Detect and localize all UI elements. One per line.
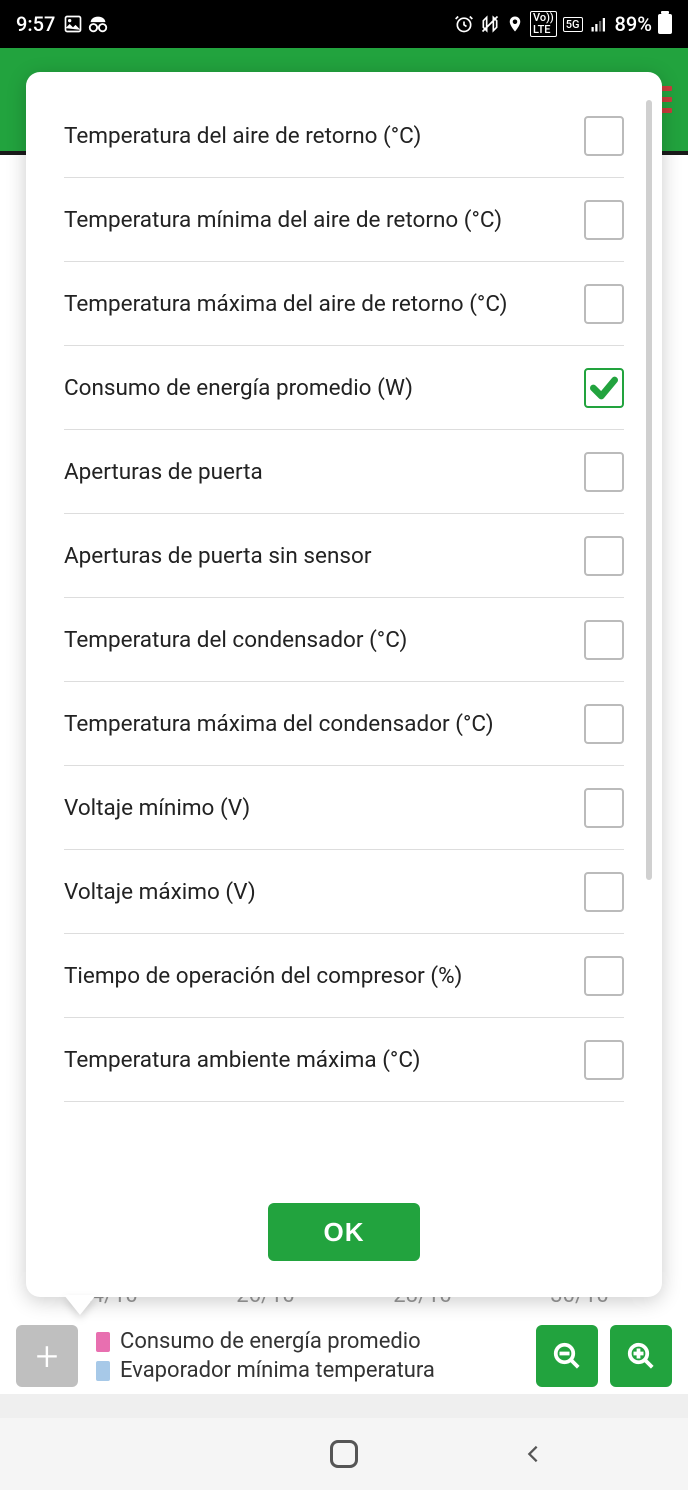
chevron-left-icon bbox=[522, 1443, 544, 1465]
option-checkbox[interactable] bbox=[584, 956, 624, 996]
volte-icon: Vo))LTE bbox=[530, 11, 557, 37]
add-series-button[interactable]: + bbox=[16, 1325, 78, 1387]
nav-back-button[interactable] bbox=[513, 1434, 553, 1474]
option-row[interactable]: Voltaje máximo (V) bbox=[64, 850, 624, 934]
option-checkbox[interactable] bbox=[584, 788, 624, 828]
option-checkbox[interactable] bbox=[584, 704, 624, 744]
zoom-in-button[interactable] bbox=[610, 1325, 672, 1387]
chart-controls: + Consumo de energía promedio Evaporador… bbox=[0, 1318, 688, 1394]
option-label: Voltaje máximo (V) bbox=[64, 879, 584, 905]
option-row[interactable]: Aperturas de puerta sin sensor bbox=[64, 514, 624, 598]
nav-recents-button[interactable] bbox=[135, 1434, 175, 1474]
options-list[interactable]: Temperatura del aire de retorno (°C) Temp… bbox=[26, 72, 662, 1173]
legend: Consumo de energía promedio Evaporador m… bbox=[90, 1329, 524, 1383]
option-label: Aperturas de puerta bbox=[64, 459, 584, 485]
option-checkbox[interactable] bbox=[584, 284, 624, 324]
option-row[interactable]: Consumo de energía promedio (W) bbox=[64, 346, 624, 430]
option-row[interactable]: Temperatura del aire de retorno (°C) bbox=[64, 94, 624, 178]
checkmark-icon bbox=[588, 372, 620, 404]
zoom-out-icon bbox=[552, 1341, 582, 1371]
legend-swatch bbox=[96, 1332, 110, 1352]
network-5g-icon: 5G bbox=[563, 17, 583, 32]
option-label: Voltaje mínimo (V) bbox=[64, 795, 584, 821]
option-checkbox[interactable] bbox=[584, 872, 624, 912]
ok-button[interactable]: OK bbox=[268, 1203, 420, 1261]
incognito-icon bbox=[87, 14, 109, 34]
option-label: Temperatura del condensador (°C) bbox=[64, 627, 584, 653]
signal-icon bbox=[589, 15, 609, 33]
legend-label: Evaporador mínima temperatura bbox=[120, 1358, 435, 1383]
vibrate-icon bbox=[480, 14, 500, 34]
option-row[interactable]: Temperatura mínima del aire de retorno (… bbox=[64, 178, 624, 262]
legend-item: Consumo de energía promedio bbox=[96, 1329, 524, 1354]
option-label: Tiempo de operación del compresor (%) bbox=[64, 963, 584, 989]
status-notification-icons bbox=[63, 14, 109, 34]
dialog-footer: OK bbox=[26, 1173, 662, 1297]
option-row[interactable]: Tiempo de operación del compresor (%) bbox=[64, 934, 624, 1018]
option-checkbox[interactable] bbox=[584, 368, 624, 408]
status-time: 9:57 bbox=[16, 12, 55, 36]
option-label: Consumo de energía promedio (W) bbox=[64, 375, 584, 401]
option-label: Aperturas de puerta sin sensor bbox=[64, 543, 584, 569]
scrollbar[interactable] bbox=[646, 100, 652, 880]
option-checkbox[interactable] bbox=[584, 536, 624, 576]
legend-label: Consumo de energía promedio bbox=[120, 1329, 421, 1354]
zoom-out-button[interactable] bbox=[536, 1325, 598, 1387]
option-label: Temperatura ambiente máxima (°C) bbox=[64, 1047, 584, 1073]
nav-home-button[interactable] bbox=[324, 1434, 364, 1474]
android-status-bar: 9:57 Vo))LTE 5G 89% bbox=[0, 0, 688, 48]
option-row[interactable]: Voltaje mínimo (V) bbox=[64, 766, 624, 850]
option-row[interactable]: Aperturas de puerta bbox=[64, 430, 624, 514]
zoom-controls bbox=[536, 1325, 672, 1387]
legend-swatch bbox=[96, 1361, 110, 1381]
option-label: Temperatura máxima del condensador (°C) bbox=[64, 711, 584, 737]
option-row[interactable]: Temperatura del condensador (°C) bbox=[64, 598, 624, 682]
location-icon bbox=[506, 14, 524, 34]
option-label: Temperatura del aire de retorno (°C) bbox=[64, 123, 584, 149]
option-row[interactable]: Temperatura máxima del condensador (°C) bbox=[64, 682, 624, 766]
option-checkbox[interactable] bbox=[584, 452, 624, 492]
option-checkbox[interactable] bbox=[584, 116, 624, 156]
battery-percentage: 89% bbox=[615, 12, 652, 36]
option-label: Temperatura máxima del aire de retorno (… bbox=[64, 291, 584, 317]
android-nav-bar bbox=[0, 1418, 688, 1490]
option-checkbox[interactable] bbox=[584, 620, 624, 660]
option-checkbox[interactable] bbox=[584, 200, 624, 240]
option-row[interactable]: Temperatura ambiente máxima (°C) bbox=[64, 1018, 624, 1102]
status-left: 9:57 bbox=[16, 12, 109, 36]
alarm-icon bbox=[454, 14, 474, 34]
legend-item: Evaporador mínima temperatura bbox=[96, 1358, 524, 1383]
options-dialog: Temperatura del aire de retorno (°C) Temp… bbox=[26, 72, 662, 1297]
option-row[interactable]: Temperatura máxima del aire de retorno (… bbox=[64, 262, 624, 346]
dialog-pointer bbox=[64, 1295, 96, 1315]
image-icon bbox=[63, 14, 83, 34]
status-right: Vo))LTE 5G 89% bbox=[454, 11, 672, 37]
option-label: Temperatura mínima del aire de retorno (… bbox=[64, 207, 584, 233]
option-checkbox[interactable] bbox=[584, 1040, 624, 1080]
zoom-in-icon bbox=[626, 1341, 656, 1371]
battery-icon bbox=[658, 14, 672, 34]
